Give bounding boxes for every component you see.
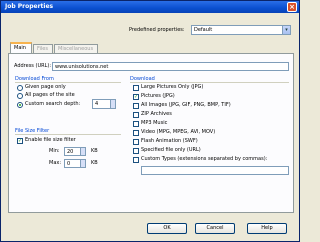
radio-custom-search-depth[interactable] xyxy=(17,102,23,108)
custom-types-label: Custom Types (extensions separated by co… xyxy=(141,156,268,162)
divider xyxy=(130,82,289,83)
checkbox-flash-animation[interactable] xyxy=(133,139,139,145)
all-images-label: All Images (JPG, GIF, PNG, BMP, TIF) xyxy=(141,102,231,108)
max-size-unit: KB xyxy=(91,160,98,166)
window-title: Job Properties xyxy=(5,3,54,10)
spinner-arrows-icon[interactable] xyxy=(110,100,115,108)
radio-given-page-only[interactable] xyxy=(17,85,23,91)
spinner-arrows-icon[interactable] xyxy=(80,160,85,167)
zip-archives-label: ZIP Archives xyxy=(141,111,172,117)
predefined-properties-value: Default xyxy=(194,27,213,33)
pictures-label: Pictures (JPG) xyxy=(141,93,175,99)
max-size-value: 0 xyxy=(67,161,71,167)
help-button[interactable]: Help xyxy=(247,223,287,234)
given-page-only-label: Given page only xyxy=(25,84,66,90)
video-label: Video (MPG, MPEG, AVI, MOV) xyxy=(141,129,216,135)
checkbox-specified-file[interactable] xyxy=(133,148,139,154)
chevron-down-icon[interactable]: ▾ xyxy=(282,26,290,34)
predefined-properties-select[interactable]: Default ▾ xyxy=(191,25,291,35)
job-properties-dialog: Job Properties × Predefined properties: … xyxy=(0,0,300,242)
checkbox-all-images[interactable] xyxy=(133,103,139,109)
flash-animation-label: Flash Animation (SWF) xyxy=(141,138,198,144)
min-size-label: Min: xyxy=(49,148,60,154)
spinner-arrows-icon[interactable] xyxy=(80,148,85,155)
min-size-input[interactable]: 20 xyxy=(64,147,86,156)
large-pictures-label: Large Pictures Only (JPG) xyxy=(141,84,204,90)
enable-file-size-filter-label: Enable file size filter xyxy=(25,137,76,143)
cancel-button[interactable]: Cancel xyxy=(195,223,235,234)
search-depth-input[interactable]: 4 xyxy=(92,99,116,109)
all-pages-label: All pages of the site xyxy=(25,92,75,98)
min-size-value: 20 xyxy=(67,149,74,155)
close-button[interactable]: × xyxy=(287,2,297,12)
tab-files[interactable]: Files xyxy=(33,44,53,53)
custom-search-depth-label: Custom search depth: xyxy=(25,101,81,107)
ok-button[interactable]: OK xyxy=(147,223,187,234)
address-label: Address (URL): xyxy=(14,63,52,69)
checkbox-custom-types[interactable] xyxy=(133,157,139,163)
predefined-properties-label: Predefined properties: xyxy=(129,27,185,33)
checkbox-zip-archives[interactable] xyxy=(133,112,139,118)
main-tab-panel: Address (URL): www.unisolutions.net Down… xyxy=(8,53,294,213)
checkbox-large-pictures[interactable] xyxy=(133,85,139,91)
checkbox-mp3-music[interactable] xyxy=(133,121,139,127)
mp3-music-label: MP3 Music xyxy=(141,120,168,126)
checkbox-video[interactable] xyxy=(133,130,139,136)
max-size-label: Max: xyxy=(49,160,62,166)
specified-file-label: Specified file only (URL) xyxy=(141,147,201,153)
custom-types-input[interactable] xyxy=(141,166,289,175)
radio-all-pages[interactable] xyxy=(17,93,23,99)
title-bar[interactable]: Job Properties × xyxy=(1,1,299,13)
enable-file-size-filter-checkbox[interactable]: ✓ xyxy=(17,138,23,144)
address-input[interactable]: www.unisolutions.net xyxy=(52,62,289,71)
max-size-input[interactable]: 0 xyxy=(64,159,86,168)
tab-miscellaneous[interactable]: Miscellaneous xyxy=(54,44,98,53)
checkbox-pictures[interactable]: ✓ xyxy=(133,94,139,100)
divider xyxy=(15,82,121,83)
search-depth-value: 4 xyxy=(95,101,99,107)
min-size-unit: KB xyxy=(91,148,98,154)
divider xyxy=(15,134,121,135)
